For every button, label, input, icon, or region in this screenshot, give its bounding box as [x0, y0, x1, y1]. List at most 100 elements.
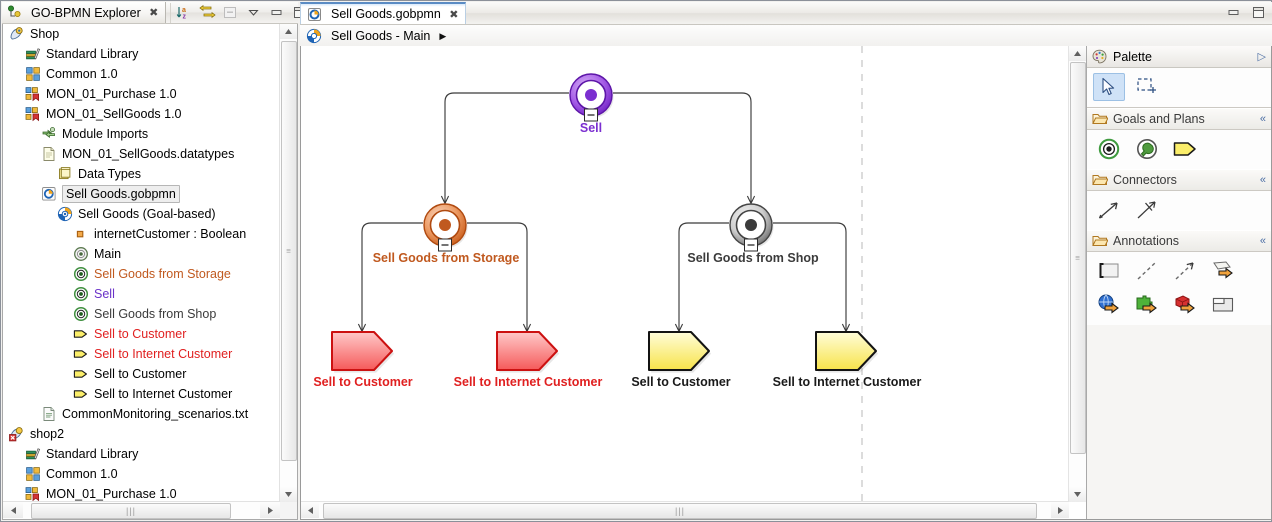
palette-group[interactable]	[1207, 291, 1239, 319]
canvas-vscroll-thumb[interactable]: ≡	[1070, 62, 1086, 454]
tree-item[interactable]: CommonMonitoring_scenarios.txt	[3, 404, 279, 424]
canvas-vertical-scrollbar[interactable]: ≡	[1068, 46, 1086, 502]
diagram-node-sell[interactable]: Sell	[569, 73, 614, 135]
tree-item[interactable]: Common 1.0	[3, 64, 279, 84]
tree-item[interactable]: shop2	[3, 424, 279, 444]
collapse-drawer-icon[interactable]: «	[1260, 235, 1266, 247]
palette-exclusion-connector[interactable]	[1131, 196, 1163, 224]
breadcrumb[interactable]: Sell Goods - Main ▶	[300, 25, 1272, 48]
tree-item[interactable]: Data Types	[3, 164, 279, 184]
explorer-vscroll-thumb[interactable]: ≡	[281, 41, 297, 461]
collapse-drawer-icon[interactable]: «	[1260, 174, 1266, 186]
goal-green-icon	[73, 286, 90, 302]
tree-item[interactable]: Sell Goods (Goal-based)	[3, 204, 279, 224]
tree-item[interactable]: Standard Library	[3, 44, 279, 64]
diagram-node-plan-3[interactable]: Sell to Customer	[631, 331, 731, 389]
close-icon[interactable]: ✖	[447, 8, 461, 21]
tree-item[interactable]: MON_01_Purchase 1.0	[3, 84, 279, 104]
scroll-right-button[interactable]	[1051, 502, 1069, 518]
palette-plugin-link[interactable]	[1131, 291, 1163, 319]
diagram-node-plan-4[interactable]: Sell to Internet Customer	[773, 331, 922, 389]
link-with-editor-button[interactable]	[198, 4, 217, 21]
tree-item[interactable]: Sell to Internet Customer	[3, 344, 279, 364]
explorer-hscroll-thumb[interactable]: |||	[31, 503, 231, 519]
scroll-grip-icon: |||	[674, 506, 686, 516]
tree-item[interactable]: Standard Library	[3, 444, 279, 464]
canvas-horizontal-scrollbar[interactable]: |||	[301, 501, 1069, 519]
scroll-grip-icon: ≡	[286, 246, 292, 256]
tree-item[interactable]: MON_01_Purchase 1.0	[3, 484, 279, 501]
module-red-icon	[25, 106, 42, 122]
palette-goal-tool[interactable]	[1093, 135, 1125, 163]
connector-from-shop-to-plan-3[interactable]	[679, 222, 729, 331]
palette-drawer-header[interactable]: Goals and Plans «	[1087, 108, 1271, 130]
collapse-all-button[interactable]	[221, 4, 240, 21]
canvas-hscroll-thumb[interactable]: |||	[323, 503, 1037, 519]
view-menu-button[interactable]	[244, 4, 263, 21]
explorer-vertical-scrollbar[interactable]: ≡	[279, 24, 297, 502]
connector-from-storage-to-plan-1[interactable]	[362, 222, 423, 331]
palette-marquee-tool[interactable]	[1131, 73, 1163, 101]
diagram-node-plan-1[interactable]: Sell to Customer	[313, 331, 413, 389]
palette-association-arrow[interactable]	[1169, 257, 1201, 285]
palette-doc-link[interactable]	[1207, 257, 1239, 285]
palette-plan-tool[interactable]	[1169, 135, 1201, 163]
tree-item[interactable]: Module Imports	[3, 124, 279, 144]
tree-item[interactable]: Shop	[3, 24, 279, 44]
connector-sell-to-from-storage[interactable]	[445, 92, 569, 203]
tree-item-label: Sell Goods.gobpmn	[62, 185, 180, 203]
maximize-button[interactable]	[1249, 4, 1268, 21]
palette-plan-goal-tool[interactable]	[1131, 135, 1163, 163]
diagram-node-from-storage[interactable]: Sell Goods from Storage	[373, 203, 520, 265]
scroll-up-button[interactable]	[1069, 46, 1086, 61]
scroll-down-button[interactable]	[1069, 487, 1086, 502]
scroll-left-button[interactable]	[3, 502, 23, 518]
minimize-button[interactable]	[267, 4, 286, 21]
tab-go-bpmn-explorer[interactable]: GO-BPMN Explorer ✖	[2, 2, 166, 23]
connector-sell-to-from-shop[interactable]	[613, 92, 751, 203]
sort-az-button[interactable]: a z	[175, 4, 194, 21]
palette-web-link[interactable]	[1093, 291, 1125, 319]
palette-module-link[interactable]	[1169, 291, 1201, 319]
close-icon[interactable]: ✖	[147, 6, 161, 19]
explorer-horizontal-scrollbar[interactable]: |||	[3, 501, 280, 519]
tree-item[interactable]: internetCustomer : Boolean	[3, 224, 279, 244]
tree-item[interactable]: Common 1.0	[3, 464, 279, 484]
diagram-node-plan-2[interactable]: Sell to Internet Customer	[454, 331, 603, 389]
diagram-node-from-shop[interactable]: Sell Goods from Shop	[687, 203, 819, 265]
minimize-button[interactable]	[1224, 4, 1243, 21]
tree-item[interactable]: Sell Goods from Shop	[3, 304, 279, 324]
txt-file-icon	[41, 406, 58, 422]
scroll-right-button[interactable]	[260, 502, 280, 518]
connector-from-shop-to-plan-4[interactable]	[773, 222, 846, 331]
palette-pin-icon[interactable]: ▷	[1258, 50, 1266, 63]
palette-decomposition-connector[interactable]	[1093, 196, 1125, 224]
tree-item[interactable]: MON_01_SellGoods 1.0	[3, 104, 279, 124]
palette-drawer-header[interactable]: Connectors «	[1087, 169, 1271, 191]
palette-text-annotation[interactable]	[1093, 257, 1125, 285]
palette-icon	[1092, 49, 1107, 64]
tree-item[interactable]: Sell to Customer	[3, 324, 279, 344]
tree-item[interactable]: Sell	[3, 284, 279, 304]
editor-tab-label: Sell Goods.gobpmn	[331, 7, 441, 21]
scroll-up-button[interactable]	[280, 24, 297, 39]
tree-item[interactable]: Sell to Customer	[3, 364, 279, 384]
explorer-tree[interactable]: Shop Standard Library Common 1.0 MON_01_Pur…	[3, 24, 279, 501]
palette-drawer-title: Annotations	[1113, 234, 1180, 248]
palette-select-tool[interactable]	[1093, 73, 1125, 101]
scroll-left-button[interactable]	[301, 502, 319, 518]
connector-from-storage-to-plan-2[interactable]	[467, 222, 527, 331]
tree-item[interactable]: Sell Goods from Storage	[3, 264, 279, 284]
palette-association-dashed[interactable]	[1131, 257, 1163, 285]
tree-item[interactable]: Main	[3, 244, 279, 264]
chevron-right-icon[interactable]: ▶	[439, 31, 446, 42]
palette-drawer-header[interactable]: Annotations «	[1087, 230, 1271, 252]
tab-sell-goods-gobpmn[interactable]: Sell Goods.gobpmn ✖	[300, 2, 466, 24]
scroll-down-button[interactable]	[280, 487, 297, 502]
collapse-drawer-icon[interactable]: «	[1260, 113, 1266, 125]
module-project-icon	[9, 26, 26, 42]
palette-drawer-items	[1087, 130, 1271, 169]
tree-item[interactable]: MON_01_SellGoods.datatypes	[3, 144, 279, 164]
tree-item[interactable]: Sell to Internet Customer	[3, 384, 279, 404]
tree-item[interactable]: Sell Goods.gobpmn	[3, 184, 279, 204]
